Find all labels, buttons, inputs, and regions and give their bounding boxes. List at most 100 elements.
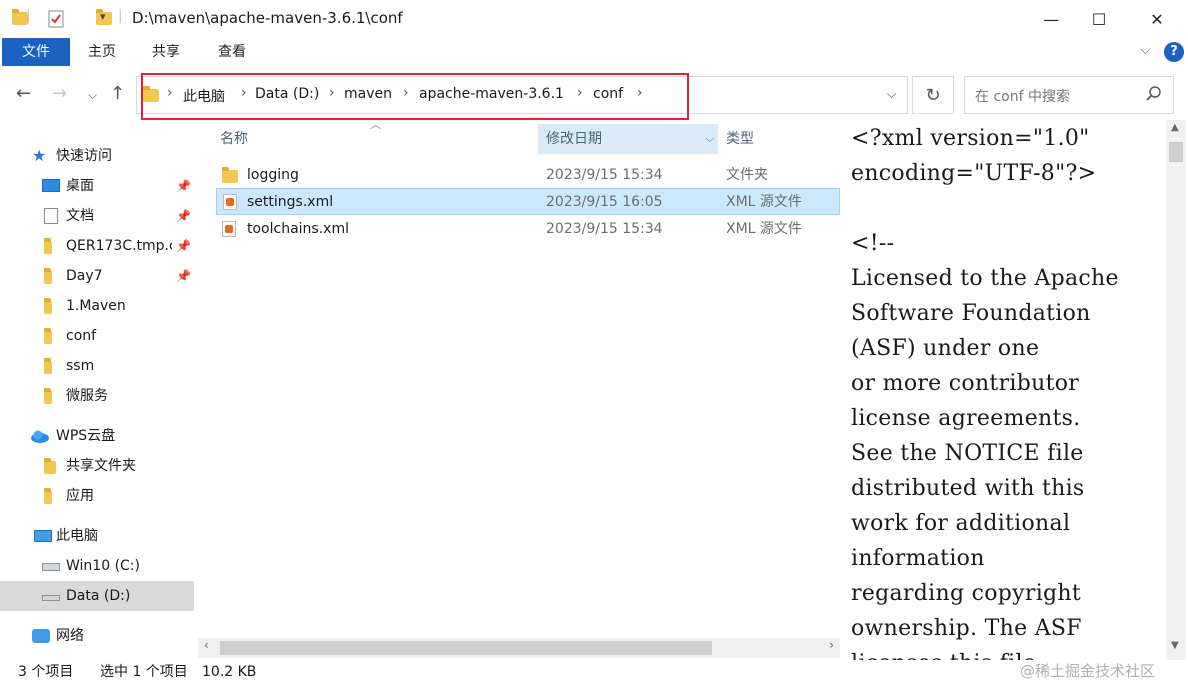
breadcrumb-conf[interactable]: conf (593, 86, 623, 102)
up-arrow-icon[interactable]: ↑ (110, 83, 125, 104)
preview-line: (ASF) under one (851, 336, 1040, 361)
tab-file[interactable]: 文件 (2, 38, 70, 66)
preview-line: information (851, 546, 985, 571)
column-header-type[interactable]: 类型 (718, 124, 838, 154)
address-dropdown-icon[interactable]: ⌵ (887, 87, 896, 102)
maximize-icon: ☐ (1091, 9, 1107, 29)
horizontal-scrollbar[interactable]: ‹ › (198, 638, 840, 658)
forward-arrow-icon[interactable]: → (52, 83, 67, 104)
folder-icon (44, 298, 52, 314)
address-bar[interactable]: › 此电脑 › Data (D:) › maven › apache-maven… (136, 76, 908, 114)
scroll-left-icon[interactable]: ‹ (204, 638, 209, 652)
navigation-pane: ★ 快速访问 桌面 📌 文档 📌 QER173C.tmp.c 📌 Day7 📌 … (0, 130, 198, 650)
nav-quick-access[interactable]: ★ 快速访问 (0, 141, 194, 171)
ribbon-tabs: 文件 主页 共享 查看 ⌵ ? (0, 38, 1188, 68)
chevron-down-icon[interactable]: ⌵ (706, 124, 714, 154)
file-type: XML 源文件 (726, 194, 802, 210)
column-header-name[interactable]: 名称 (212, 124, 538, 154)
folder-icon (44, 268, 52, 284)
minimize-button[interactable]: — (1026, 0, 1076, 38)
nav-label: ssm (66, 358, 95, 374)
window-title: D:\maven\apache-maven-3.6.1\conf (132, 9, 403, 27)
column-header-date[interactable]: 修改日期 ⌵ (538, 124, 718, 154)
nav-item-documents[interactable]: 文档 📌 (0, 201, 194, 231)
search-icon[interactable] (1145, 85, 1163, 103)
scroll-right-icon[interactable]: › (829, 638, 834, 652)
nav-item-qer173c[interactable]: QER173C.tmp.c 📌 (0, 231, 194, 261)
toolbar-divider: | (118, 8, 123, 24)
status-item-count: 3 个项目 (18, 664, 74, 680)
vertical-scrollbar[interactable]: ▲ ▼ (1166, 120, 1186, 660)
desktop-icon (42, 179, 60, 192)
breadcrumb-apache-maven[interactable]: apache-maven-3.6.1 (419, 86, 564, 102)
breadcrumb-separator-icon[interactable]: › (167, 85, 173, 101)
help-icon[interactable]: ? (1164, 42, 1184, 62)
nav-network[interactable]: 网络 (0, 621, 194, 651)
tab-share[interactable]: 共享 (136, 38, 196, 66)
folder-icon (44, 238, 52, 254)
watermark: @稀土掘金技术社区 (1020, 662, 1156, 680)
nav-item-day7[interactable]: Day7 📌 (0, 261, 194, 291)
file-row-toolchains[interactable]: toolchains.xml 2023/9/15 15:34 XML 源文件 (216, 216, 840, 243)
scrollbar-thumb[interactable] (1169, 142, 1183, 162)
search-box[interactable]: 在 conf 中搜索 (964, 76, 1174, 114)
recent-locations-icon[interactable]: ⌵ (88, 88, 97, 103)
nav-wps-cloud[interactable]: WPS云盘 (0, 421, 194, 451)
scrollbar-thumb[interactable] (220, 641, 712, 655)
nav-item-ssm[interactable]: ssm (0, 351, 194, 381)
nav-item-microservices[interactable]: 微服务 (0, 381, 194, 411)
minimize-icon: — (1043, 9, 1059, 29)
properties-icon[interactable] (48, 10, 64, 28)
preview-line: ownership. The ASF (851, 616, 1082, 641)
pin-icon[interactable]: 📌 (176, 261, 191, 291)
back-arrow-icon[interactable]: ← (16, 83, 31, 104)
file-name: settings.xml (247, 194, 334, 210)
nav-this-pc[interactable]: 此电脑 (0, 521, 194, 551)
file-name: logging (247, 167, 299, 183)
folder-icon (44, 328, 52, 344)
breadcrumb-maven[interactable]: maven (344, 86, 392, 102)
breadcrumb-separator-icon[interactable]: › (637, 85, 643, 101)
nav-drive-d[interactable]: Data (D:) (0, 581, 194, 611)
expand-ribbon-icon[interactable]: ⌵ (1140, 42, 1151, 58)
nav-item-desktop[interactable]: 桌面 📌 (0, 171, 194, 201)
document-icon (44, 208, 58, 224)
nav-item-1maven[interactable]: 1.Maven (0, 291, 194, 321)
scroll-up-icon[interactable]: ▲ (1171, 122, 1179, 133)
breadcrumb-separator-icon[interactable]: › (241, 85, 247, 101)
pin-icon[interactable]: 📌 (176, 171, 191, 201)
folder-icon (222, 167, 238, 183)
nav-drive-c[interactable]: Win10 (C:) (0, 551, 194, 581)
close-button[interactable]: ✕ (1132, 0, 1182, 38)
pin-icon[interactable]: 📌 (176, 201, 191, 231)
search-input[interactable]: 在 conf 中搜索 (975, 86, 1070, 106)
breadcrumb-separator-icon[interactable]: › (577, 85, 583, 101)
nav-item-shared-folder[interactable]: 共享文件夹 (0, 451, 194, 481)
customize-quick-access-icon[interactable]: ▾ (100, 10, 106, 23)
breadcrumb-data-d[interactable]: Data (D:) (255, 86, 319, 102)
breadcrumb-separator-icon[interactable]: › (403, 85, 409, 101)
nav-label: conf (66, 328, 97, 344)
nav-item-conf[interactable]: conf (0, 321, 194, 351)
breadcrumb-this-pc[interactable]: 此电脑 (183, 86, 225, 106)
title-bar: | ▾ | D:\maven\apache-maven-3.6.1\conf —… (0, 0, 1188, 38)
scroll-down-icon[interactable]: ▼ (1171, 640, 1179, 651)
refresh-button[interactable]: ↻ (912, 76, 954, 114)
breadcrumb-separator-icon[interactable]: › (329, 85, 335, 101)
xml-file-icon (222, 221, 236, 237)
preview-line: regarding copyright (851, 581, 1082, 606)
nav-label: 网络 (56, 628, 84, 644)
nav-label: 应用 (66, 488, 94, 504)
file-type: XML 源文件 (726, 221, 802, 237)
tab-view[interactable]: 查看 (202, 38, 262, 66)
file-row-logging[interactable]: logging 2023/9/15 15:34 文件夹 (216, 162, 840, 189)
file-row-settings[interactable]: settings.xml 2023/9/15 16:05 XML 源文件 (216, 188, 840, 215)
preview-line: licenses this file (851, 651, 1036, 660)
refresh-icon: ↻ (925, 84, 941, 106)
file-name: toolchains.xml (247, 221, 349, 237)
tab-home[interactable]: 主页 (72, 38, 132, 66)
maximize-button[interactable]: ☐ (1074, 0, 1124, 38)
nav-item-apps[interactable]: 应用 (0, 481, 194, 511)
pin-icon[interactable]: 📌 (176, 231, 191, 261)
folder-icon (44, 388, 52, 404)
